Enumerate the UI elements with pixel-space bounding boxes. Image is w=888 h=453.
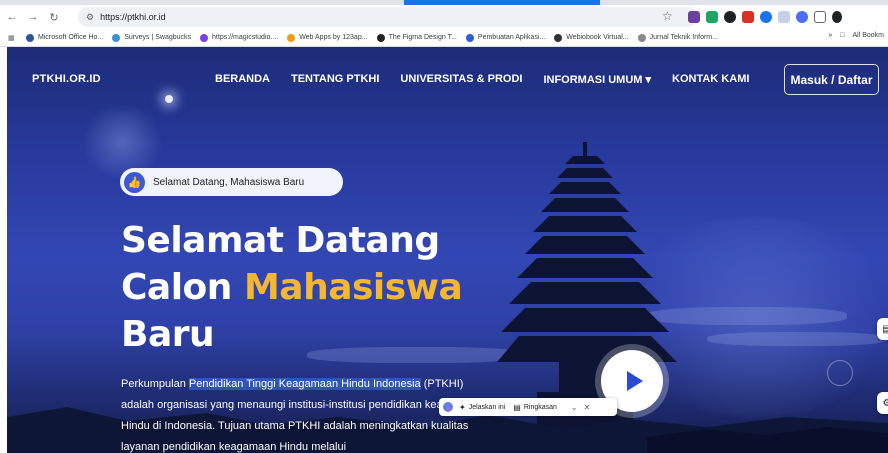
bookmark-item[interactable]: Surveys | Swagbucks: [112, 33, 192, 42]
selected-text: Pendidikan Tinggi Keagamaan Hindu Indone…: [188, 378, 421, 390]
sparkle-icon: ✦: [459, 402, 466, 412]
more-bookmarks-icon[interactable]: »: [828, 32, 832, 39]
hero-title-line3: Baru: [121, 314, 215, 355]
hero-title-line1: Selamat Datang: [121, 220, 440, 261]
forward-icon[interactable]: →: [24, 8, 42, 26]
bookmark-favicon-icon: [200, 33, 209, 42]
hero-section: PTKHI.OR.ID BERANDA TENTANG PTKHI UNIVERSI…: [7, 47, 888, 453]
bookmark-favicon-icon: [465, 33, 474, 42]
decorative-circle: [827, 360, 853, 386]
welcome-badge-text: Selamat Datang, Mahasiswa Baru: [153, 176, 305, 188]
apps-icon[interactable]: ▦: [8, 34, 20, 42]
bookmark-favicon-icon: [376, 33, 385, 42]
profile-icon[interactable]: [832, 11, 842, 23]
assistant-logo-icon: [443, 402, 453, 412]
nav-item[interactable]: INFORMASI UMUM ▾: [543, 73, 651, 86]
document-icon: ▤: [513, 402, 521, 412]
bookmark-label: Microsoft Office Ho...: [38, 34, 104, 41]
bookmark-item[interactable]: The Figma Design T...: [376, 33, 457, 42]
back-icon[interactable]: ←: [3, 8, 21, 26]
play-icon: [626, 371, 643, 391]
site-header: PTKHI.OR.ID BERANDA TENTANG PTKHI UNIVERSI…: [7, 47, 888, 113]
summary-button[interactable]: Ringkasan: [524, 404, 557, 411]
cloud: [647, 307, 847, 325]
site-logo[interactable]: PTKHI.OR.ID: [32, 73, 101, 85]
bookmark-favicon-icon: [112, 33, 121, 42]
bookmark-favicon-icon: [26, 33, 34, 42]
extension-icon[interactable]: [706, 11, 718, 23]
extension-icon[interactable]: [724, 11, 736, 23]
nav-item[interactable]: BERANDA: [215, 73, 270, 86]
selection-assistant-popup: ✦ Jelaskan ini ▤ Ringkasan ⌄ ✕: [439, 398, 617, 416]
nav-item[interactable]: TENTANG PTKHI: [291, 73, 379, 86]
chevron-down-icon[interactable]: ⌄: [571, 403, 578, 412]
bookmark-star-icon[interactable]: ☆: [662, 9, 673, 23]
main-nav: BERANDA TENTANG PTKHI UNIVERSITAS & PRODI I…: [215, 73, 749, 86]
bookmark-item[interactable]: Microsoft Office Ho...: [26, 33, 104, 42]
bookmark-label: Jurnal Teknik Inform...: [649, 34, 718, 41]
cloud: [707, 332, 887, 346]
bookmark-item[interactable]: Webiobook Virtual...: [554, 33, 629, 42]
desc-text: Perkumpulan: [121, 378, 189, 390]
bookmark-favicon-icon: [287, 33, 296, 42]
hero-title-line2: Calon Mahasiswa: [121, 264, 463, 311]
bookmark-label: https://magicstudio....: [212, 34, 279, 41]
bookmark-label: Surveys | Swagbucks: [124, 34, 192, 41]
extension-icon[interactable]: [742, 11, 754, 23]
folder-icon: □: [840, 32, 845, 39]
hero-title-text: Calon: [121, 267, 244, 308]
bookmark-favicon-icon: [554, 33, 563, 42]
sky-glow: [77, 107, 167, 177]
extension-icon[interactable]: [778, 11, 790, 23]
nav-item[interactable]: KONTAK KAMI: [672, 73, 749, 86]
site-info-icon[interactable]: ⚙: [86, 12, 94, 23]
bookmark-label: The Figma Design T...: [388, 34, 457, 41]
extension-icon[interactable]: [760, 11, 772, 23]
bookmark-label: Pembuatan Aplikasi...: [477, 34, 546, 41]
nav-item[interactable]: UNIVERSITAS & PRODI: [400, 73, 522, 86]
url-text[interactable]: https://ptkhi.or.id: [100, 12, 166, 22]
extension-icon[interactable]: [796, 11, 808, 23]
bookmark-item[interactable]: https://magicstudio....: [200, 33, 279, 42]
welcome-badge: 👍 Selamat Datang, Mahasiswa Baru: [120, 168, 343, 196]
bookmark-item[interactable]: Pembuatan Aplikasi...: [465, 33, 546, 42]
side-panel-icon[interactable]: ▤: [877, 318, 888, 340]
login-register-button[interactable]: Masuk / Daftar: [784, 64, 879, 95]
bookmark-item[interactable]: Web Apps by 123ap...: [287, 33, 368, 42]
bookmark-label: Web Apps by 123ap...: [299, 34, 368, 41]
bookmarks-bar: ▦ Microsoft Office Ho... Surveys | Swagbu…: [0, 29, 888, 47]
browser-toolbar: ← → ↻ ⚙ https://ptkhi.or.id ☆: [0, 5, 888, 29]
hero-title-accent: Mahasiswa: [243, 267, 463, 308]
extensions-bar: [688, 11, 842, 23]
hero-title: Selamat Datang Calon Mahasiswa Baru: [121, 217, 463, 358]
bookmark-item[interactable]: Jurnal Teknik Inform...: [637, 33, 718, 42]
close-icon[interactable]: ✕: [584, 403, 591, 412]
all-bookmarks-link[interactable]: All Bookm: [852, 32, 884, 39]
side-settings-icon[interactable]: ⚙: [877, 392, 888, 414]
thumbs-up-icon: 👍: [124, 171, 145, 193]
bookmark-favicon-icon: [637, 33, 646, 42]
extensions-puzzle-icon[interactable]: [814, 11, 826, 23]
explain-button[interactable]: Jelaskan ini: [469, 404, 506, 411]
extension-icon[interactable]: [688, 11, 700, 23]
reload-icon[interactable]: ↻: [45, 8, 63, 26]
address-bar[interactable]: ⚙ https://ptkhi.or.id: [78, 7, 698, 27]
bookmark-label: Webiobook Virtual...: [566, 34, 629, 41]
